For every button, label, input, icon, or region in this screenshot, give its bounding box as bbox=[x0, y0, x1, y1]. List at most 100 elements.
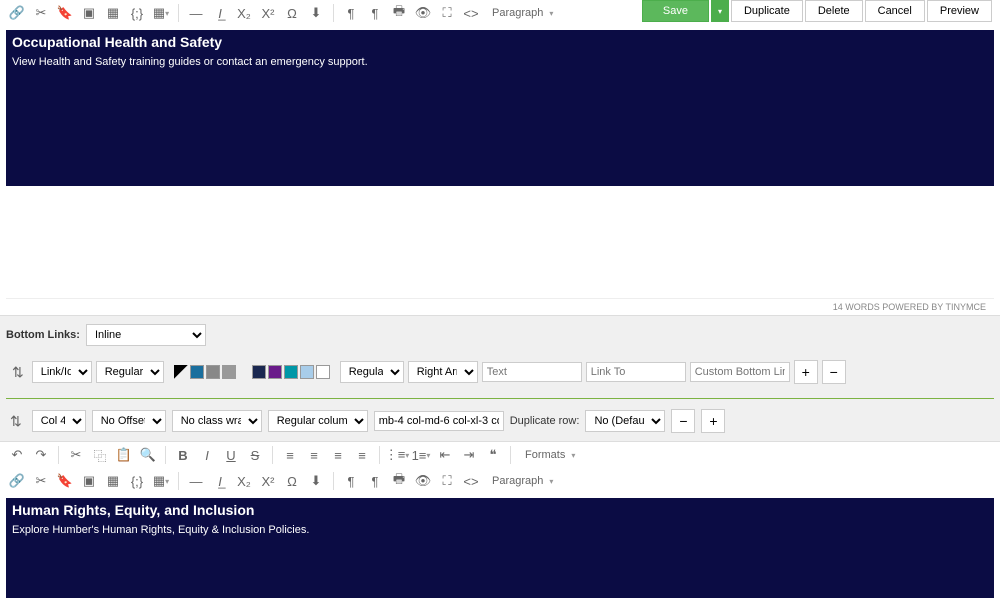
swatch-darkblue[interactable] bbox=[252, 365, 266, 379]
classes-input[interactable] bbox=[374, 411, 504, 431]
separator bbox=[178, 4, 179, 22]
swatch-gray1[interactable] bbox=[206, 365, 220, 379]
link-icon[interactable]: 🔗 bbox=[6, 470, 28, 492]
image-icon[interactable]: ▣ bbox=[78, 2, 100, 24]
rtl-icon[interactable]: ¶ bbox=[364, 2, 386, 24]
paste-icon[interactable]: 📋 bbox=[113, 444, 135, 466]
subscript-icon[interactable]: X₂ bbox=[233, 2, 255, 24]
indent-icon[interactable]: ⇥ bbox=[458, 444, 480, 466]
save-button[interactable]: Save bbox=[642, 0, 709, 22]
sort-icon-2[interactable]: ⇅ bbox=[6, 413, 26, 430]
remove-button[interactable]: − bbox=[822, 360, 846, 384]
linkid-select[interactable]: Link/Id bbox=[32, 361, 92, 383]
code-brace-icon[interactable]: {;} bbox=[126, 470, 148, 492]
bold-icon[interactable]: B bbox=[172, 444, 194, 466]
rtl-icon[interactable]: ¶ bbox=[364, 470, 386, 492]
align-center-icon[interactable]: ≡ bbox=[303, 444, 325, 466]
preview-icon[interactable]: 👁 bbox=[412, 2, 434, 24]
table-icon[interactable]: ▦▾ bbox=[150, 2, 172, 24]
undo-icon[interactable]: ↶ bbox=[6, 444, 28, 466]
sort-icon[interactable]: ⇅ bbox=[8, 364, 28, 381]
ltr-icon[interactable]: ¶ bbox=[340, 2, 362, 24]
arrow-select[interactable]: Right Arrow bbox=[408, 361, 478, 383]
media-icon[interactable]: ▦ bbox=[102, 2, 124, 24]
redo-icon[interactable]: ↷ bbox=[30, 444, 52, 466]
block1-title: Occupational Health and Safety bbox=[12, 34, 988, 50]
swatch-teal2[interactable] bbox=[284, 365, 298, 379]
swatch-flag[interactable] bbox=[174, 365, 188, 379]
regular-select-2[interactable]: Regular bbox=[340, 361, 404, 383]
regular-select-1[interactable]: Regular bbox=[96, 361, 164, 383]
number-list-icon[interactable]: 1≡▾ bbox=[410, 444, 432, 466]
unlink-icon[interactable]: ✂ bbox=[30, 2, 52, 24]
align-left-icon[interactable]: ≡ bbox=[279, 444, 301, 466]
code-brace-icon[interactable]: {;} bbox=[126, 2, 148, 24]
row-add-button[interactable]: + bbox=[701, 409, 725, 433]
preview-icon[interactable]: 👁 bbox=[412, 470, 434, 492]
paragraph-dropdown-2[interactable]: Paragraph ▾ bbox=[484, 473, 561, 489]
find-icon[interactable]: 🔍 bbox=[137, 444, 159, 466]
offset-select[interactable]: No Offset bbox=[92, 410, 166, 432]
coltype-select[interactable]: Regular column bbox=[268, 410, 368, 432]
outdent-icon[interactable]: ⇤ bbox=[434, 444, 456, 466]
col-select[interactable]: Col 4 bbox=[32, 410, 86, 432]
bookmark-icon[interactable]: 🔖 bbox=[54, 470, 76, 492]
print-icon[interactable]: 🖶 bbox=[388, 470, 410, 492]
ltr-icon[interactable]: ¶ bbox=[340, 470, 362, 492]
formats-dropdown[interactable]: Formats ▾ bbox=[517, 447, 583, 463]
download-icon[interactable]: ⬇ bbox=[305, 470, 327, 492]
table-icon[interactable]: ▦▾ bbox=[150, 470, 172, 492]
preview-button[interactable]: Preview bbox=[927, 0, 992, 22]
link-icon[interactable]: 🔗 bbox=[6, 2, 28, 24]
row-remove-button[interactable]: − bbox=[671, 409, 695, 433]
swatch-teal[interactable] bbox=[190, 365, 204, 379]
omega-icon[interactable]: Ω bbox=[281, 2, 303, 24]
add-button[interactable]: + bbox=[794, 360, 818, 384]
save-split-button[interactable]: ▾ bbox=[711, 0, 729, 22]
strike-icon[interactable]: S bbox=[244, 444, 266, 466]
bottom-links-select[interactable]: Inline bbox=[86, 324, 206, 346]
source-icon[interactable]: <> bbox=[460, 2, 482, 24]
editor-whitespace[interactable] bbox=[6, 190, 994, 298]
content-block-2[interactable]: Human Rights, Equity, and Inclusion Expl… bbox=[6, 498, 994, 598]
fullscreen-icon[interactable]: ⛶ bbox=[436, 2, 458, 24]
text-input[interactable] bbox=[482, 362, 582, 382]
align-justify-icon[interactable]: ≡ bbox=[351, 444, 373, 466]
omega-icon[interactable]: Ω bbox=[281, 470, 303, 492]
italic-icon[interactable]: I bbox=[196, 444, 218, 466]
paragraph-dropdown[interactable]: Paragraph ▾ bbox=[484, 5, 561, 21]
linkto-input[interactable] bbox=[586, 362, 686, 382]
clear-format-icon[interactable]: I̲ bbox=[209, 2, 231, 24]
wrap-select[interactable]: No class wrap bbox=[172, 410, 262, 432]
delete-button[interactable]: Delete bbox=[805, 0, 863, 22]
clear-format-icon[interactable]: I̲ bbox=[209, 470, 231, 492]
duplicate-row-select[interactable]: No (Default) bbox=[585, 410, 665, 432]
fullscreen-icon[interactable]: ⛶ bbox=[436, 470, 458, 492]
cancel-button[interactable]: Cancel bbox=[865, 0, 925, 22]
underline-icon[interactable]: U bbox=[220, 444, 242, 466]
swatch-gray2[interactable] bbox=[222, 365, 236, 379]
copy-icon[interactable]: ⿻ bbox=[89, 444, 111, 466]
swatch-lightblue[interactable] bbox=[300, 365, 314, 379]
align-right-icon[interactable]: ≡ bbox=[327, 444, 349, 466]
custom-class-input[interactable] bbox=[690, 362, 790, 382]
image-icon[interactable]: ▣ bbox=[78, 470, 100, 492]
subscript-icon[interactable]: X₂ bbox=[233, 470, 255, 492]
download-icon[interactable]: ⬇ bbox=[305, 2, 327, 24]
hr-icon[interactable]: — bbox=[185, 470, 207, 492]
swatch-purple[interactable] bbox=[268, 365, 282, 379]
hr-icon[interactable]: — bbox=[185, 2, 207, 24]
swatch-white[interactable] bbox=[316, 365, 330, 379]
media-icon[interactable]: ▦ bbox=[102, 470, 124, 492]
bookmark-icon[interactable]: 🔖 bbox=[54, 2, 76, 24]
cut-icon[interactable]: ✂ bbox=[65, 444, 87, 466]
duplicate-button[interactable]: Duplicate bbox=[731, 0, 803, 22]
quote-icon[interactable]: ❝ bbox=[482, 444, 504, 466]
source-icon[interactable]: <> bbox=[460, 470, 482, 492]
content-block-1[interactable]: Occupational Health and Safety View Heal… bbox=[6, 30, 994, 186]
bullet-list-icon[interactable]: ⋮≡▾ bbox=[386, 444, 408, 466]
unlink-icon[interactable]: ✂ bbox=[30, 470, 52, 492]
superscript-icon[interactable]: X² bbox=[257, 2, 279, 24]
print-icon[interactable]: 🖶 bbox=[388, 2, 410, 24]
superscript-icon[interactable]: X² bbox=[257, 470, 279, 492]
